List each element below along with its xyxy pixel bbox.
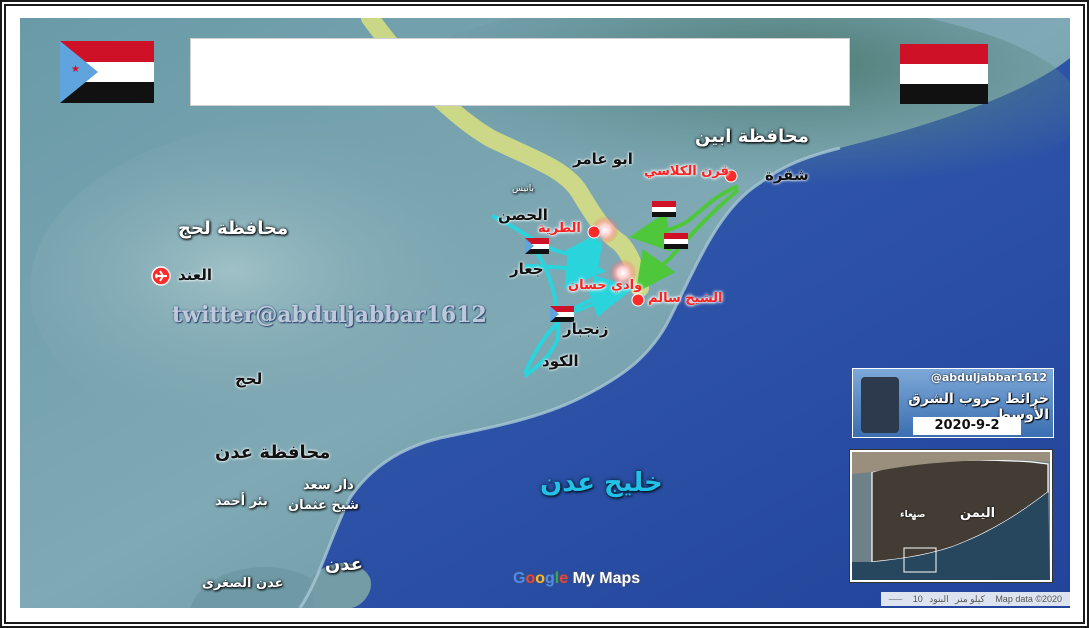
label-sheikh-salem: الشيخ سالم (648, 291, 723, 306)
label-bateis: باتيس (512, 184, 534, 194)
label-zinjibar: زنجبار (563, 320, 609, 338)
source-badge: @abduljabbar1612 خرائط حروب الشرق الأوسط… (852, 368, 1054, 438)
marker-tariya (587, 225, 601, 239)
scale-bar-icon: ⎯⎯⎯ (888, 594, 903, 604)
label-bir-ahmed: بئر أحمد (215, 494, 268, 509)
label-lahj: لحج (235, 370, 263, 388)
map-data-credit: Map data ©2020 (995, 594, 1062, 604)
label-al-kawd: الكود (542, 352, 579, 370)
badge-handle: @abduljabbar1612 (930, 371, 1047, 384)
south-yemen-flag-icon (525, 238, 549, 254)
label-aden: عدن (325, 554, 364, 575)
terms-link[interactable]: البنود (929, 594, 948, 604)
label-gov-lahj: محافظة لحج (178, 218, 289, 239)
label-al-anad: العند (178, 266, 213, 284)
map-canvas[interactable]: محافظة ابين محافظة لحج محافظة عدن شقرة ا… (20, 18, 1070, 608)
inset-country: اليمن (960, 506, 996, 521)
label-tariya: الطرية (538, 221, 581, 236)
label-dar-saad: دار سعد (303, 478, 354, 493)
airplane-icon (151, 266, 171, 286)
badge-date: 2020-9-2 (913, 417, 1021, 435)
watermark: twitter@abduljabbar1612 (172, 302, 487, 328)
label-aden-sughra: عدن الصغرى (202, 576, 284, 591)
label-wadi-hassan: وادي حسان (568, 278, 643, 293)
yemen-flag-icon (664, 233, 688, 249)
yemen-flag-icon (900, 44, 988, 104)
inset-capital: صنعاء (900, 510, 926, 520)
label-abu-amer: ابو عامر (573, 150, 633, 168)
map-attribution: ⎯⎯⎯ 10 كيلو متر البنود Map data ©2020 (880, 592, 1070, 606)
label-gov-abyan: محافظة ابين (695, 126, 809, 147)
label-jaar: جعار (510, 260, 544, 278)
label-shuqra: شقرة (765, 166, 809, 184)
title-box (190, 38, 850, 106)
inset-map[interactable]: اليمن صنعاء (850, 450, 1052, 582)
google-my-maps-logo: Google My Maps (513, 570, 641, 587)
label-gulf-of-aden: خليج عدن (540, 468, 663, 498)
south-yemen-flag-icon (60, 41, 154, 103)
marker-sheikh-salem (631, 293, 645, 307)
label-qarn-kalasi: قرن الكلاسي (644, 164, 729, 179)
label-sheikh-othman: شيخ عثمان (288, 498, 359, 513)
yemen-flag-icon (652, 201, 676, 217)
label-gov-aden: محافظة عدن (215, 442, 331, 463)
inset-map-graphic (852, 452, 1050, 580)
